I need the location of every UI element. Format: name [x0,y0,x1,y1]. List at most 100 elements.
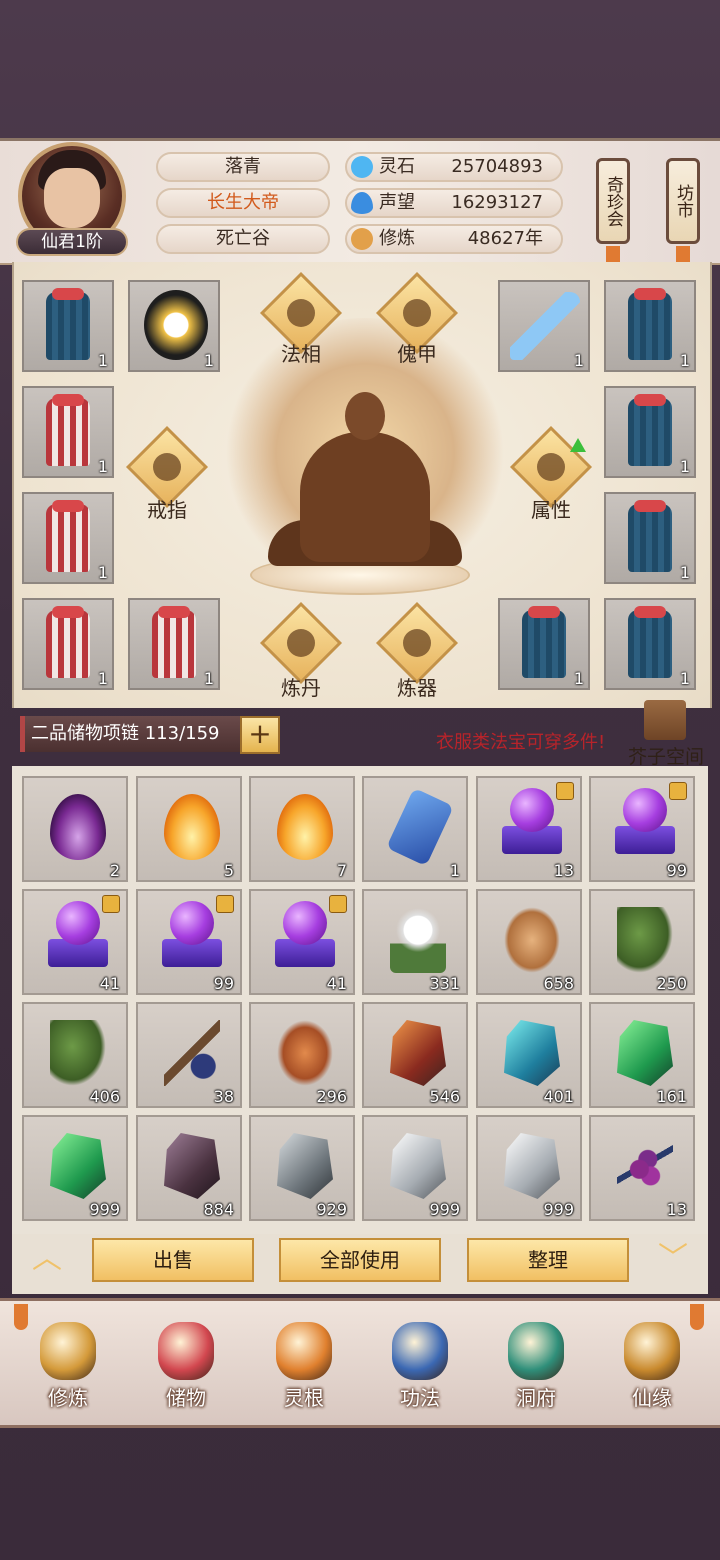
forging-label: 炼器 [397,676,437,700]
item-count: 999 [429,1200,460,1219]
inventory-slot[interactable]: 41 [249,889,355,995]
prestige-flame-icon [351,192,373,214]
lock-icon [556,782,574,800]
robe-collar [634,606,666,618]
nav-label: 灵根 [284,1386,324,1410]
inventory-slot[interactable]: 999 [22,1115,128,1221]
sword-icon [510,292,580,360]
blue-robe-icon [522,610,566,678]
item-count: 13 [553,861,574,880]
equip-slot-robe[interactable]: 1 [22,492,114,584]
storage-bag-icon [158,1322,214,1380]
equip-slot-robe[interactable]: 1 [604,492,696,584]
ring-icon [153,453,181,481]
attributes-label: 属性 [531,498,571,522]
equip-slot-robe[interactable]: 1 [22,598,114,690]
item-count: 1 [679,351,690,370]
robe-collar [634,394,666,406]
purple-orb-icon [502,788,562,858]
puppet-armor-icon [403,299,431,327]
player-name: 落青 [156,152,330,182]
item-count: 658 [543,974,574,993]
inventory-slot[interactable]: 1 [362,776,468,882]
market-button[interactable]: 坊市 [666,158,700,244]
scroll-up-arrow-icon[interactable]: ︿ [24,1244,70,1274]
inventory-slot[interactable]: 546 [362,1002,468,1108]
inventory-slot[interactable]: 250 [589,889,695,995]
nav-item-spirit-root[interactable]: 灵根 [254,1314,354,1414]
ginseng-root-icon [504,907,560,973]
player-title[interactable]: 长生大帝 [156,188,330,218]
inventory-slot[interactable]: 99 [589,776,695,882]
equip-slot-robe[interactable]: 1 [604,598,696,690]
item-count: 38 [213,1087,234,1106]
use-all-button[interactable]: 全部使用 [279,1238,441,1282]
nav-item-storage-bag[interactable]: 储物 [136,1314,236,1414]
herb-icon [617,907,673,973]
spirit-stone-icon [351,156,373,178]
red-robe-icon [152,610,196,678]
item-count: 2 [109,861,120,880]
item-count: 161 [656,1087,687,1106]
item-count: 546 [429,1087,460,1106]
nav-item-cave-dwelling[interactable]: 洞府 [486,1314,586,1414]
purple-flame-icon [50,794,106,860]
inventory-slot[interactable]: 7 [249,776,355,882]
item-count: 1 [679,563,690,582]
equip-slot-armor[interactable]: 1 [128,280,220,372]
inventory-slot[interactable]: 406 [22,1002,128,1108]
item-count: 999 [89,1200,120,1219]
inventory-slot[interactable]: 401 [476,1002,582,1108]
cave-dwelling-icon [508,1322,564,1380]
inventory-slot[interactable]: 999 [476,1115,582,1221]
equip-slot-robe[interactable]: 1 [22,280,114,372]
storage-box-icon[interactable] [644,700,686,740]
equip-slot-robe[interactable]: 1 [604,280,696,372]
inventory-slot[interactable]: 331 [362,889,468,995]
inventory-slot[interactable]: 41 [22,889,128,995]
expand-bag-button[interactable]: + [240,716,280,754]
inventory-slot[interactable]: 5 [136,776,242,882]
equip-slot-robe[interactable]: 1 [22,386,114,478]
orange-flame-icon [277,794,333,860]
nav-item-scripture-book[interactable]: 功法 [370,1314,470,1414]
item-count: 41 [326,974,347,993]
dark-ore-icon [164,1133,220,1199]
nav-item-meditate[interactable]: 修炼 [18,1314,118,1414]
inventory-slot[interactable]: 2 [22,776,128,882]
treasure-auction-button[interactable]: 奇珍会 [596,158,630,244]
cyan-ore-icon [504,1020,560,1086]
inventory-slot[interactable]: 161 [589,1002,695,1108]
equip-slot-weapon[interactable]: 1 [498,280,590,372]
red-robe-icon [46,610,90,678]
scripture-book-icon [392,1322,448,1380]
blue-rune-icon [386,787,454,867]
inventory-slot[interactable]: 296 [249,1002,355,1108]
equip-slot-robe[interactable]: 1 [604,386,696,478]
bag-info: 二品储物项链 113/159 [20,716,240,752]
nav-label: 功法 [400,1386,440,1410]
scroll-down-arrow-icon[interactable]: ﹀ [650,1244,696,1274]
nav-item-gourd[interactable]: 仙缘 [602,1314,702,1414]
meditating-silhouette [300,432,430,562]
inventory-slot[interactable]: 999 [362,1115,468,1221]
robe-collar [52,288,84,300]
alchemy-label: 炼丹 [281,676,321,700]
inventory-slot[interactable]: 658 [476,889,582,995]
sell-button[interactable]: 出售 [92,1238,254,1282]
inventory-slot[interactable]: 13 [589,1115,695,1221]
inventory-slot[interactable]: 38 [136,1002,242,1108]
robe-collar [52,606,84,618]
mustard-space-label[interactable]: 芥子空间 [628,742,704,769]
equip-slot-robe[interactable]: 1 [128,598,220,690]
stat-spirit-stone: 灵石 25704893 [345,152,563,182]
inventory-slot[interactable]: 99 [136,889,242,995]
stat-cultivation: 修炼 48627年 [345,224,563,254]
sort-button[interactable]: 整理 [467,1238,629,1282]
inventory-slot[interactable]: 884 [136,1115,242,1221]
inventory-slot[interactable]: 929 [249,1115,355,1221]
item-count: 884 [203,1200,234,1219]
inventory-slot[interactable]: 13 [476,776,582,882]
robe-collar [52,500,84,512]
equip-slot-robe[interactable]: 1 [498,598,590,690]
